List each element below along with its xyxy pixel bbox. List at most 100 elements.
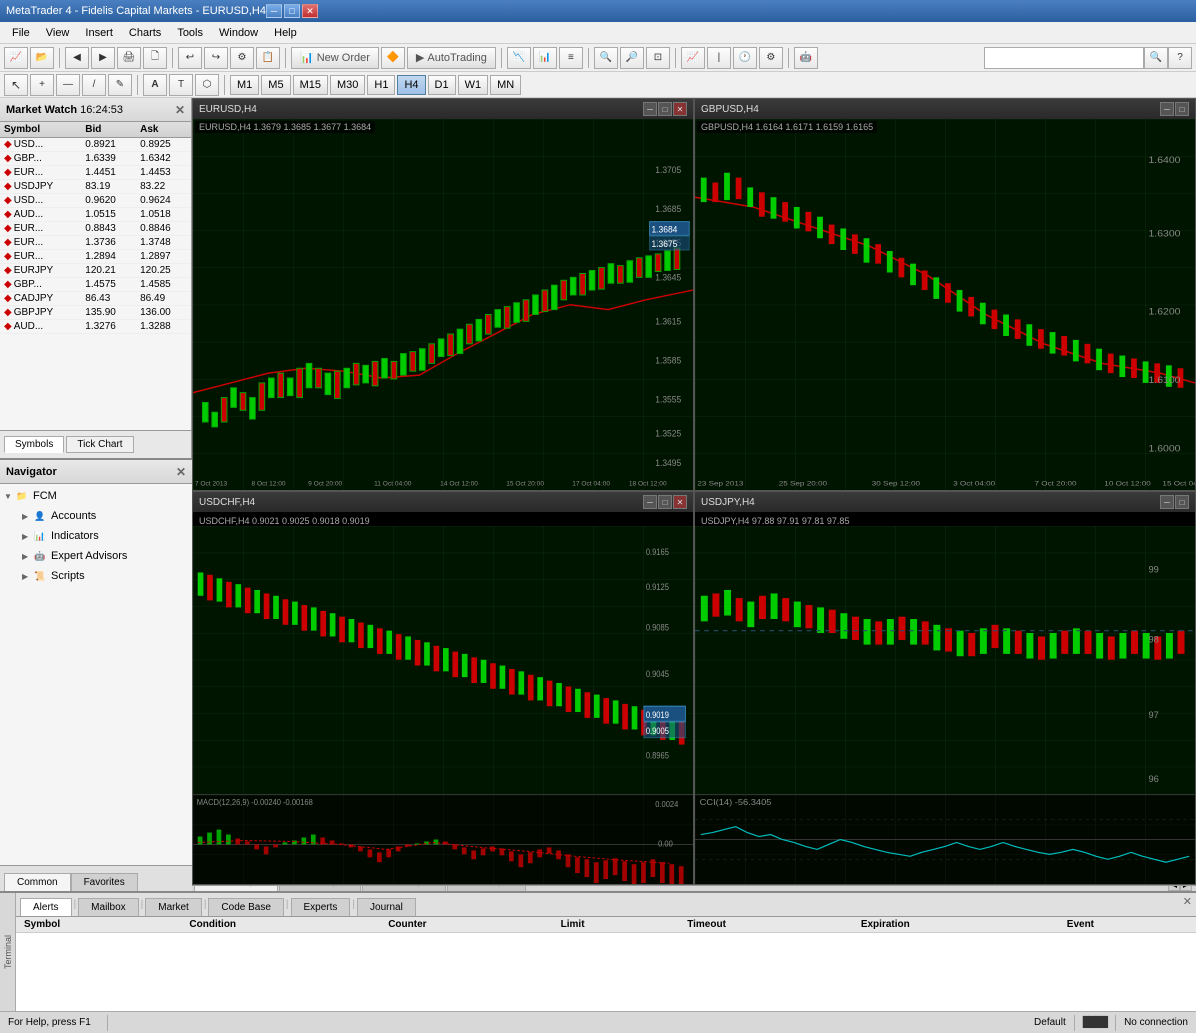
templates-button[interactable]: 📋 bbox=[256, 47, 280, 69]
new-chart-button[interactable]: 📈 bbox=[4, 47, 28, 69]
autotrading-button[interactable]: ▶ AutoTrading bbox=[407, 47, 496, 69]
fit-button[interactable]: ⊡ bbox=[646, 47, 670, 69]
nav-tree-item-indicators[interactable]: ▶ 📊 Indicators bbox=[2, 526, 190, 546]
market-watch-row[interactable]: ◆GBP... 1.4575 1.4585 bbox=[0, 278, 191, 292]
term-tab-experts[interactable]: Experts bbox=[291, 898, 351, 916]
hline-tool[interactable]: — bbox=[56, 74, 80, 96]
search-input[interactable] bbox=[984, 47, 1144, 69]
nav-tab-common[interactable]: Common bbox=[4, 873, 71, 891]
term-tab-mailbox[interactable]: Mailbox bbox=[78, 898, 138, 916]
tf-m5[interactable]: M5 bbox=[261, 75, 290, 95]
indicator-btn[interactable]: 📈 bbox=[681, 47, 705, 69]
zoom-out-button[interactable]: 🔎 bbox=[620, 47, 644, 69]
tf-h4[interactable]: H4 bbox=[397, 75, 425, 95]
nav-tree-item-accounts[interactable]: ▶ 👤 Accounts bbox=[2, 506, 190, 526]
chart-usdchf-body[interactable]: USDCHF,H4 0.9021 0.9025 0.9018 0.9019 bbox=[193, 512, 693, 883]
market-watch-row[interactable]: ◆USDJPY 83.19 83.22 bbox=[0, 180, 191, 194]
market-watch-row[interactable]: ◆EUR... 1.4451 1.4453 bbox=[0, 166, 191, 180]
term-tab-journal[interactable]: Journal bbox=[357, 898, 416, 916]
market-watch-row[interactable]: ◆AUD... 1.3276 1.3288 bbox=[0, 320, 191, 334]
terminal-close[interactable]: ✕ bbox=[1183, 895, 1192, 908]
back-button[interactable]: ◀ bbox=[65, 47, 89, 69]
tline-tool[interactable]: / bbox=[82, 74, 106, 96]
chart-eurusd-min[interactable]: ─ bbox=[643, 102, 657, 116]
tf-m15[interactable]: M15 bbox=[293, 75, 328, 95]
crosshair-tool[interactable]: + bbox=[30, 74, 54, 96]
print-preview-button[interactable]: 🗋 bbox=[143, 47, 167, 69]
chart-usdchf-close[interactable]: ✕ bbox=[673, 495, 687, 509]
menu-tools[interactable]: Tools bbox=[169, 25, 211, 41]
term-tab-market[interactable]: Market bbox=[145, 898, 202, 916]
navigator-close[interactable]: ✕ bbox=[176, 465, 186, 479]
chart-eurusd-close[interactable]: ✕ bbox=[673, 102, 687, 116]
zoom-in-button[interactable]: 🔍 bbox=[594, 47, 618, 69]
close-button[interactable]: ✕ bbox=[302, 4, 318, 18]
chart-usdjpy-min[interactable]: ─ bbox=[1160, 495, 1174, 509]
search-extra-btn[interactable]: ? bbox=[1168, 47, 1192, 69]
nav-tree-item-fcm[interactable]: ▼ 📁 FCM bbox=[2, 486, 190, 506]
market-watch-row[interactable]: ◆GBP... 1.6339 1.6342 bbox=[0, 152, 191, 166]
chart-gbpusd-max[interactable]: □ bbox=[1175, 102, 1189, 116]
minimize-button[interactable]: ─ bbox=[266, 4, 282, 18]
market-watch-row[interactable]: ◆USD... 0.9620 0.9624 bbox=[0, 194, 191, 208]
maximize-button[interactable]: □ bbox=[284, 4, 300, 18]
chart-eurusd-body[interactable]: EURUSD,H4 1.3679 1.3685 1.3677 1.3684 bbox=[193, 119, 693, 490]
tf-d1[interactable]: D1 bbox=[428, 75, 456, 95]
menu-help[interactable]: Help bbox=[266, 25, 305, 41]
text-tool[interactable]: A bbox=[143, 74, 167, 96]
undo-button[interactable]: ↩ bbox=[178, 47, 202, 69]
draw-tool[interactable]: ✎ bbox=[108, 74, 132, 96]
market-watch-close[interactable]: ✕ bbox=[175, 103, 185, 117]
print-button[interactable]: 🖨 bbox=[117, 47, 141, 69]
chart-eurusd-max[interactable]: □ bbox=[658, 102, 672, 116]
term-tab-alerts[interactable]: Alerts bbox=[20, 898, 72, 916]
market-watch-row[interactable]: ◆EUR... 1.3736 1.3748 bbox=[0, 236, 191, 250]
market-watch-row[interactable]: ◆USD... 0.8921 0.8925 bbox=[0, 138, 191, 152]
settings-btn[interactable]: ⚙ bbox=[759, 47, 783, 69]
search-button[interactable]: 🔍 bbox=[1144, 47, 1168, 69]
period-sep-btn[interactable]: | bbox=[707, 47, 731, 69]
redo-button[interactable]: ↪ bbox=[204, 47, 228, 69]
nav-tree-item-scripts[interactable]: ▶ 📜 Scripts bbox=[2, 566, 190, 586]
properties-button[interactable]: ⚙ bbox=[230, 47, 254, 69]
market-watch-row[interactable]: ◆AUD... 1.0515 1.0518 bbox=[0, 208, 191, 222]
forward-button[interactable]: ▶ bbox=[91, 47, 115, 69]
chart-usdchf-max[interactable]: □ bbox=[658, 495, 672, 509]
chart-usdjpy-max[interactable]: □ bbox=[1175, 495, 1189, 509]
market-watch-row[interactable]: ◆CADJPY 86.43 86.49 bbox=[0, 292, 191, 306]
gold-button[interactable]: 🔶 bbox=[381, 47, 405, 69]
menu-insert[interactable]: Insert bbox=[77, 25, 121, 41]
text2-tool[interactable]: T bbox=[169, 74, 193, 96]
chart-usdjpy-body[interactable]: USDJPY,H4 97.88 97.91 97.81 97.85 bbox=[695, 512, 1195, 883]
market-watch-row[interactable]: ◆EUR... 1.2894 1.2897 bbox=[0, 250, 191, 264]
expand-tool[interactable]: ⬡ bbox=[195, 74, 219, 96]
menu-file[interactable]: File bbox=[4, 25, 38, 41]
mw-tab-tick[interactable]: Tick Chart bbox=[66, 436, 133, 453]
tf-m1[interactable]: M1 bbox=[230, 75, 259, 95]
menu-view[interactable]: View bbox=[38, 25, 78, 41]
terminal-side-label[interactable]: Terminal bbox=[3, 935, 13, 969]
open-button[interactable]: 📂 bbox=[30, 47, 54, 69]
chart-btn-1[interactable]: 📉 bbox=[507, 47, 531, 69]
experts-btn[interactable]: 🤖 bbox=[794, 47, 818, 69]
term-tab-codebase[interactable]: Code Base bbox=[208, 898, 283, 916]
menu-window[interactable]: Window bbox=[211, 25, 266, 41]
tf-w1[interactable]: W1 bbox=[458, 75, 489, 95]
chart-usdchf-min[interactable]: ─ bbox=[643, 495, 657, 509]
clock-btn[interactable]: 🕐 bbox=[733, 47, 757, 69]
chart-gbpusd-min[interactable]: ─ bbox=[1160, 102, 1174, 116]
market-watch-row[interactable]: ◆GBPJPY 135.90 136.00 bbox=[0, 306, 191, 320]
tf-h1[interactable]: H1 bbox=[367, 75, 395, 95]
new-order-button[interactable]: 📊 New Order bbox=[291, 47, 379, 69]
market-watch-row[interactable]: ◆EUR... 0.8843 0.8846 bbox=[0, 222, 191, 236]
nav-tree-item-expert-advisors[interactable]: ▶ 🤖 Expert Advisors bbox=[2, 546, 190, 566]
chart-gbpusd-body[interactable]: GBPUSD,H4 1.6164 1.6171 1.6159 1.6165 bbox=[695, 119, 1195, 490]
mw-tab-symbols[interactable]: Symbols bbox=[4, 436, 64, 453]
cursor-tool[interactable]: ↖ bbox=[4, 74, 28, 96]
tf-mn[interactable]: MN bbox=[490, 75, 521, 95]
chart-btn-3[interactable]: ≡ bbox=[559, 47, 583, 69]
market-watch-row[interactable]: ◆EURJPY 120.21 120.25 bbox=[0, 264, 191, 278]
tf-m30[interactable]: M30 bbox=[330, 75, 365, 95]
chart-btn-2[interactable]: 📊 bbox=[533, 47, 557, 69]
nav-tab-favorites[interactable]: Favorites bbox=[71, 873, 138, 891]
